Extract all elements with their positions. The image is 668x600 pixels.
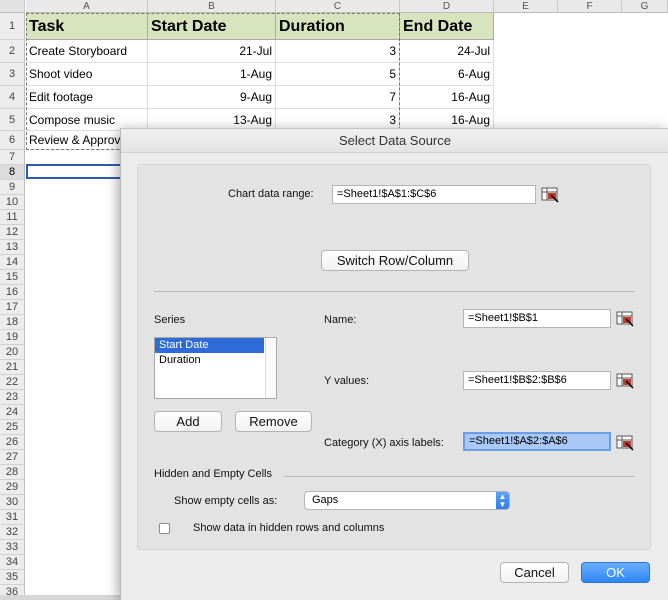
divider — [284, 476, 635, 477]
row-header[interactable]: 9 — [0, 180, 25, 195]
hidden-empty-cells-label: Hidden and Empty Cells — [154, 468, 273, 480]
header-cell-duration[interactable]: Duration — [276, 13, 400, 40]
remove-series-button[interactable]: Remove — [235, 411, 312, 432]
show-empty-cells-value: Gaps — [312, 494, 339, 506]
cell-start-date[interactable]: 1-Aug — [148, 63, 276, 86]
chart-data-range-label: Chart data range: — [228, 188, 314, 200]
chevron-up-down-icon: ▲ ▼ — [496, 492, 509, 509]
row-header[interactable]: 34 — [0, 555, 25, 570]
range-selector-icon[interactable] — [616, 372, 635, 389]
chart-data-range-field[interactable]: =Sheet1!$A$1:$C$6 — [332, 185, 536, 204]
cell-end-date[interactable]: 6-Aug — [400, 63, 494, 86]
cell-task[interactable]: Shoot video — [26, 63, 148, 86]
name-label: Name: — [324, 314, 357, 326]
cancel-button[interactable]: Cancel — [500, 562, 569, 583]
column-header-f[interactable]: F — [558, 0, 622, 13]
row-header[interactable]: 14 — [0, 255, 25, 270]
cell-duration[interactable]: 5 — [276, 63, 400, 86]
select-data-source-dialog: Select Data Source Chart data range: =Sh… — [120, 128, 668, 600]
column-header-e[interactable]: E — [494, 0, 558, 13]
row-header[interactable]: 32 — [0, 525, 25, 540]
row-header[interactable]: 29 — [0, 480, 25, 495]
series-item-start-date[interactable]: Start Date — [155, 338, 264, 353]
dialog-title: Select Data Source — [121, 129, 668, 153]
row-header[interactable]: 16 — [0, 285, 25, 300]
category-axis-labels-field[interactable]: =Sheet1!$A$2:$A$6 — [463, 432, 611, 451]
cell-duration[interactable]: 3 — [276, 40, 400, 63]
series-name-field[interactable]: =Sheet1!$B$1 — [463, 309, 611, 328]
range-selector-icon[interactable] — [616, 434, 635, 451]
header-cell-start-date[interactable]: Start Date — [148, 13, 276, 40]
select-all-corner[interactable] — [0, 0, 25, 13]
row-header[interactable]: 11 — [0, 210, 25, 225]
row-header[interactable]: 19 — [0, 330, 25, 345]
series-list[interactable]: Start Date Duration — [154, 337, 277, 399]
y-values-label: Y values: — [324, 375, 370, 387]
cell-duration[interactable]: 7 — [276, 86, 400, 109]
column-header-c[interactable]: C — [276, 0, 400, 13]
divider — [154, 291, 635, 292]
sheet-tab-bar — [0, 595, 130, 600]
series-list-scrollbar[interactable] — [265, 338, 276, 398]
column-header-a[interactable]: A — [26, 0, 148, 13]
hidden-rows-checkbox-label: Show data in hidden rows and columns — [193, 522, 385, 534]
row-header[interactable]: 3 — [0, 63, 25, 86]
dialog-panel: Chart data range: =Sheet1!$A$1:$C$6 Swit… — [137, 164, 651, 550]
row-header[interactable]: 30 — [0, 495, 25, 510]
row-header[interactable]: 12 — [0, 225, 25, 240]
row-header[interactable]: 22 — [0, 375, 25, 390]
row-header[interactable]: 24 — [0, 405, 25, 420]
header-cell-task[interactable]: Task — [26, 13, 148, 40]
row-header[interactable]: 4 — [0, 86, 25, 109]
row-header[interactable]: 17 — [0, 300, 25, 315]
row-header[interactable]: 31 — [0, 510, 25, 525]
show-empty-cells-label: Show empty cells as: — [174, 495, 278, 507]
category-axis-labels-label: Category (X) axis labels: — [324, 437, 444, 449]
row-header[interactable]: 28 — [0, 465, 25, 480]
ok-button[interactable]: OK — [581, 562, 650, 583]
cell-start-date[interactable]: 9-Aug — [148, 86, 276, 109]
range-selector-icon[interactable] — [616, 310, 635, 327]
row-header[interactable]: 5 — [0, 109, 25, 131]
row-header[interactable]: 10 — [0, 195, 25, 210]
series-item-duration[interactable]: Duration — [155, 353, 276, 368]
column-header-d[interactable]: D — [400, 0, 494, 13]
row-header-selected[interactable]: 8 — [0, 165, 25, 180]
header-cell-end-date[interactable]: End Date — [400, 13, 494, 40]
series-label: Series — [154, 314, 186, 326]
row-header[interactable]: 21 — [0, 360, 25, 375]
row-header[interactable]: 13 — [0, 240, 25, 255]
row-header[interactable]: 27 — [0, 450, 25, 465]
show-empty-cells-select[interactable]: Gaps ▲ ▼ — [304, 491, 510, 510]
range-selector-icon[interactable] — [541, 186, 560, 203]
row-header[interactable]: 1 — [0, 13, 25, 40]
cell-end-date[interactable]: 24-Jul — [400, 40, 494, 63]
cell-start-date[interactable]: 21-Jul — [148, 40, 276, 63]
column-header-g[interactable]: G — [622, 0, 668, 13]
column-header-b[interactable]: B — [148, 0, 276, 13]
row-header[interactable]: 23 — [0, 390, 25, 405]
row-header[interactable]: 26 — [0, 435, 25, 450]
y-values-field[interactable]: =Sheet1!$B$2:$B$6 — [463, 371, 611, 390]
row-header[interactable]: 25 — [0, 420, 25, 435]
row-header[interactable]: 7 — [0, 150, 25, 165]
row-header[interactable]: 2 — [0, 40, 25, 63]
row-header[interactable]: 15 — [0, 270, 25, 285]
add-series-button[interactable]: Add — [154, 411, 222, 432]
row-header[interactable]: 33 — [0, 540, 25, 555]
row-header[interactable]: 20 — [0, 345, 25, 360]
row-header[interactable]: 35 — [0, 570, 25, 585]
cell-task[interactable]: Create Storyboard — [26, 40, 148, 63]
row-header[interactable]: 18 — [0, 315, 25, 330]
hidden-rows-checkbox[interactable] — [159, 523, 170, 534]
row-header[interactable]: 6 — [0, 131, 25, 150]
cell-end-date[interactable]: 16-Aug — [400, 86, 494, 109]
switch-row-column-button[interactable]: Switch Row/Column — [321, 250, 469, 271]
cell-task[interactable]: Edit footage — [26, 86, 148, 109]
